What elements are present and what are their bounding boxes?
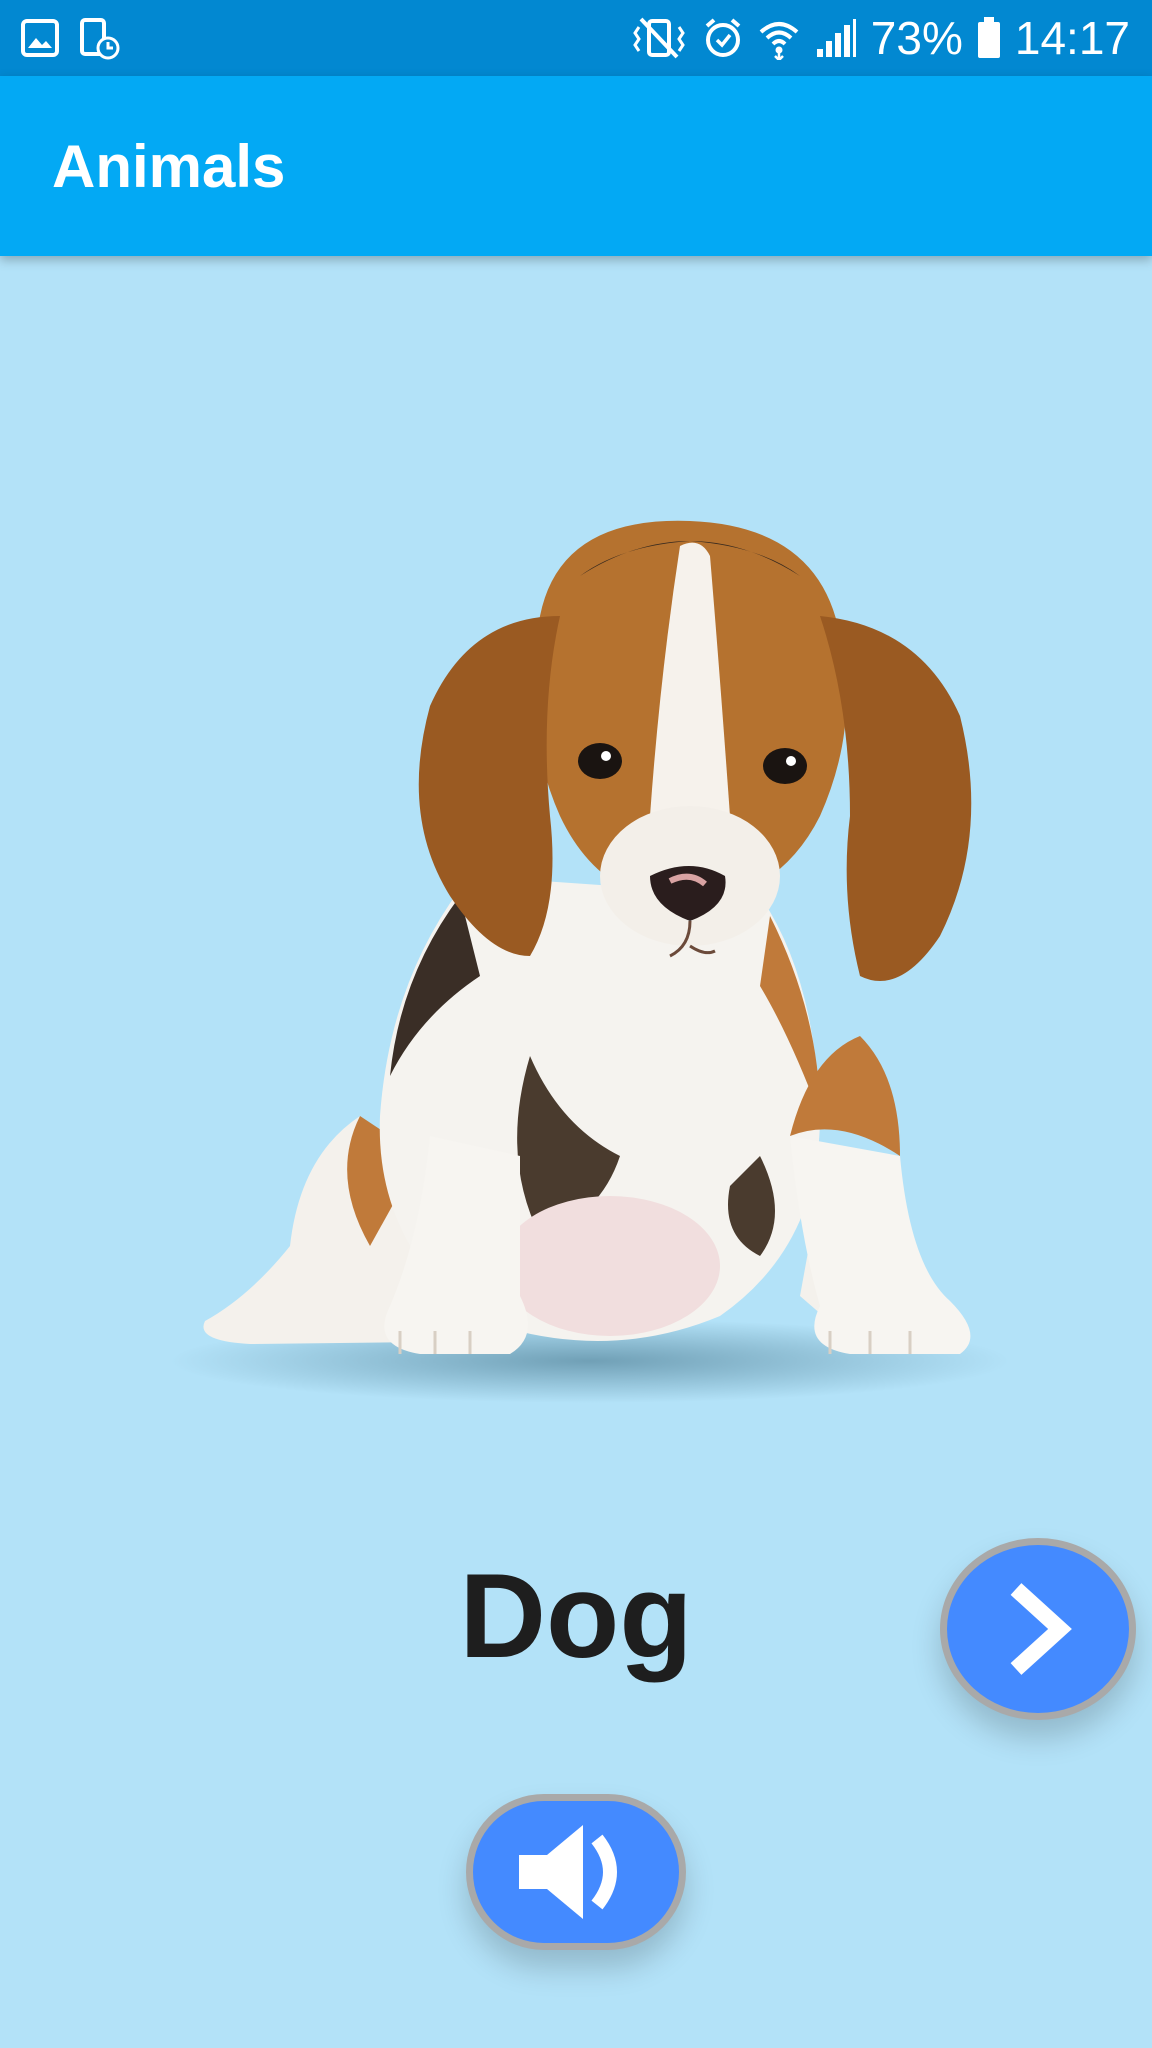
battery-icon (977, 17, 1001, 59)
animal-card: Dog (0, 256, 1152, 2048)
vibrate-mute-icon (629, 15, 689, 61)
device-schedule-icon (78, 18, 120, 65)
status-right-icons: 73% 14:17 (629, 8, 1130, 68)
app-bar: Animals (0, 76, 1152, 256)
dog-eye-left (578, 743, 622, 779)
play-sound-button[interactable] (466, 1794, 686, 1950)
page-title: Animals (52, 133, 286, 200)
dog-ear-right (820, 616, 972, 981)
clock: 14:17 (1014, 12, 1130, 64)
dog-ear-left (418, 616, 560, 956)
status-bar: 73% 14:17 (0, 0, 1152, 76)
dog-eye-right (763, 748, 807, 784)
chevron-right-icon (1010, 1583, 1072, 1675)
next-button[interactable] (940, 1538, 1136, 1720)
animal-image[interactable] (0, 256, 1152, 1456)
alarm-icon (703, 16, 743, 60)
speaker-icon (519, 1825, 617, 1919)
dog-front-leg-right (790, 1136, 971, 1354)
cellular-signal-icon (815, 17, 857, 59)
status-left-icons (20, 18, 120, 65)
gallery-notification-icon (20, 18, 60, 65)
wifi-icon (757, 16, 801, 60)
battery-percent: 73% (870, 12, 963, 64)
